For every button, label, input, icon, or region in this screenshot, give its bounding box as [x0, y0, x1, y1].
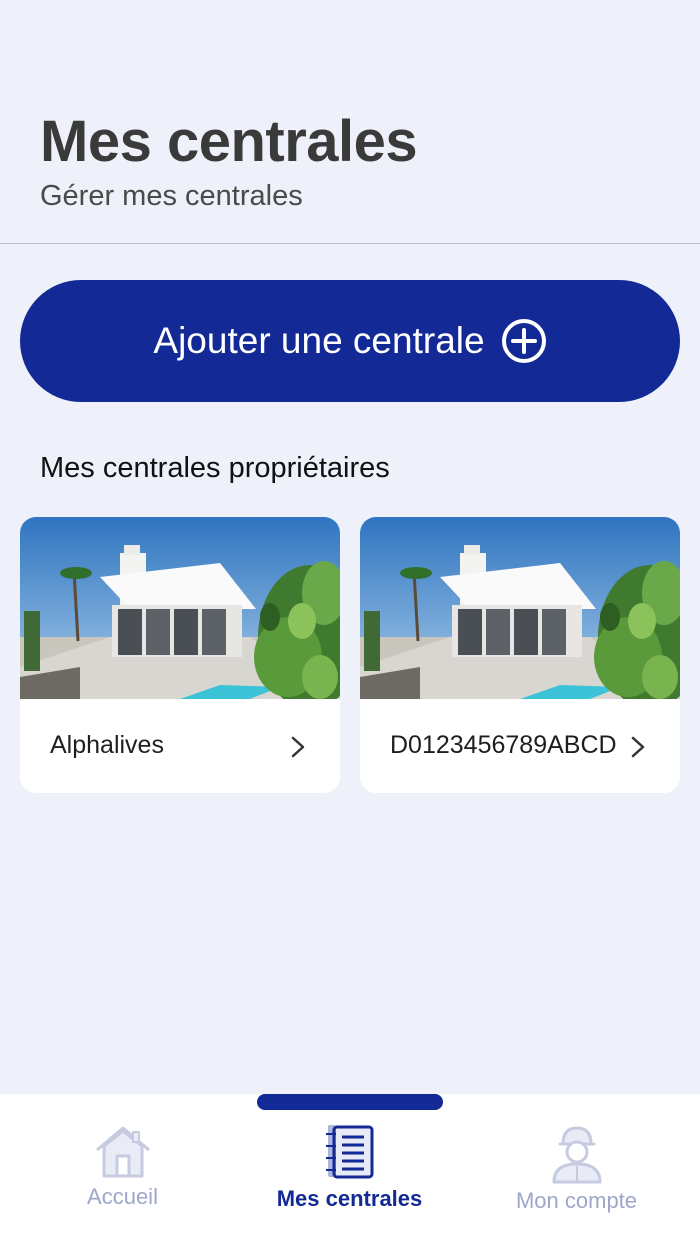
home-icon [95, 1126, 150, 1178]
notebook-icon [325, 1125, 373, 1179]
header-divider [0, 243, 700, 244]
house-photo [20, 517, 340, 699]
house-photo [360, 517, 680, 699]
nav-item-mes-centrales[interactable]: Mes centrales [233, 1094, 466, 1244]
nav-label-accueil: Accueil [87, 1184, 158, 1209]
central-name: Alphalives [50, 731, 164, 759]
plus-circle-icon [501, 319, 546, 363]
add-central-button[interactable]: Ajouter une centrale [20, 280, 680, 402]
chevron-right-icon [291, 736, 305, 758]
central-name: D0123456789ABCD [390, 731, 617, 759]
central-card[interactable]: Alphalives [20, 517, 340, 793]
page-title: Mes centrales [40, 109, 418, 174]
nav-item-accueil[interactable]: Accueil [6, 1094, 239, 1244]
header: Mes centrales Gérer mes centrales [0, 0, 700, 244]
central-card[interactable]: D0123456789ABCD [360, 517, 680, 793]
user-icon [552, 1126, 601, 1184]
section-title: Mes centrales propriétaires [40, 452, 390, 484]
page-subtitle: Gérer mes centrales [40, 180, 303, 212]
nav-label-mon-compte: Mon compte [515, 1188, 638, 1213]
chevron-right-icon [631, 736, 645, 758]
bottom-nav: Accueil Mes centrales Mon compte [0, 1094, 700, 1244]
nav-item-mon-compte[interactable]: Mon compte [460, 1094, 693, 1244]
nav-label-mes-centrales: Mes centrales [276, 1186, 423, 1211]
add-central-label: Ajouter une centrale [153, 320, 485, 361]
